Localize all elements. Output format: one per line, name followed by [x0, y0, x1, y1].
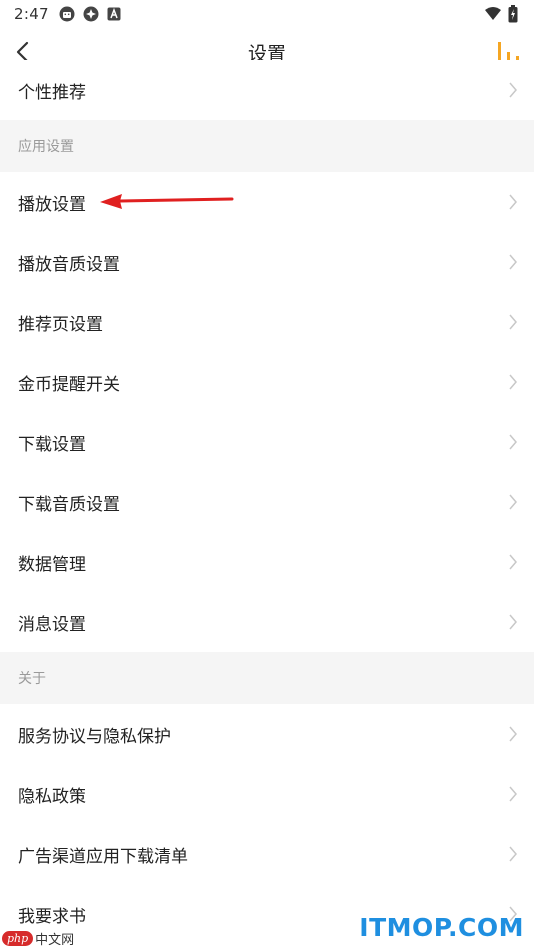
chevron-right-icon [509, 726, 517, 742]
row-personal-recommend[interactable]: 个性推荐 [0, 60, 534, 120]
row-label: 播放音质设置 [18, 254, 120, 275]
chevron-right-icon [509, 554, 517, 570]
section-label: 关于 [18, 671, 46, 687]
battery-charging-icon [508, 5, 518, 23]
row-playback-settings[interactable]: 播放设置 [0, 172, 534, 232]
row-service-agreement[interactable]: 服务协议与隐私保护 [0, 704, 534, 764]
row-label: 下载音质设置 [18, 494, 120, 515]
row-label: 下载设置 [18, 434, 86, 455]
a-square-icon [107, 7, 121, 21]
chevron-right-icon [509, 786, 517, 802]
annotation-arrow-icon [100, 194, 234, 209]
row-label: 数据管理 [18, 554, 86, 575]
row-message-settings[interactable]: 消息设置 [0, 592, 534, 652]
chevron-right-icon [509, 494, 517, 510]
chevron-right-icon [509, 614, 517, 630]
wifi-icon [485, 7, 501, 20]
chevron-right-icon [509, 82, 517, 98]
row-recommend-page-settings[interactable]: 推荐页设置 [0, 292, 534, 352]
row-label: 推荐页设置 [18, 314, 103, 335]
row-label: 消息设置 [18, 614, 86, 635]
chevron-right-icon [509, 374, 517, 390]
chevron-right-icon [509, 846, 517, 862]
section-label: 应用设置 [18, 139, 74, 155]
android-robot-icon [59, 6, 75, 22]
settings-page: 2:47 设置 个性推荐 应用设置 播放设置 播放音质设置 推荐页设置 金币提醒… [0, 0, 534, 950]
watermark-php-text: 中文网 [35, 933, 75, 948]
status-icons-right [484, 5, 518, 23]
row-coin-reminder-toggle[interactable]: 金币提醒开关 [0, 352, 534, 412]
row-data-management[interactable]: 数据管理 [0, 532, 534, 592]
row-download-quality-settings[interactable]: 下载音质设置 [0, 472, 534, 532]
row-label: 服务协议与隐私保护 [18, 726, 171, 747]
row-label: 我要求书 [18, 906, 86, 927]
settings-list: 个性推荐 应用设置 播放设置 播放音质设置 推荐页设置 金币提醒开关 下载设置 … [0, 60, 534, 944]
status-icons-left [59, 6, 121, 22]
row-label: 个性推荐 [18, 82, 86, 103]
row-label: 隐私政策 [18, 786, 86, 807]
row-ad-channel-download-list[interactable]: 广告渠道应用下载清单 [0, 824, 534, 884]
row-playback-quality-settings[interactable]: 播放音质设置 [0, 232, 534, 292]
section-header-app-settings: 应用设置 [0, 120, 534, 172]
chevron-right-icon [509, 194, 517, 210]
row-label: 播放设置 [18, 194, 86, 215]
status-bar: 2:47 [0, 0, 534, 28]
watermark-php-badge: php [2, 931, 34, 946]
chevron-right-icon [509, 434, 517, 450]
chevron-right-icon [509, 314, 517, 330]
row-label: 金币提醒开关 [18, 374, 120, 395]
status-time: 2:47 [14, 5, 49, 23]
settings-sync-icon [83, 6, 99, 22]
row-label: 广告渠道应用下载清单 [18, 846, 188, 867]
row-download-settings[interactable]: 下载设置 [0, 412, 534, 472]
watermark-itmop: ITMOP.COM [359, 913, 524, 942]
watermark-php-cn: php 中文网 [2, 929, 74, 948]
section-header-about: 关于 [0, 652, 534, 704]
row-privacy-policy[interactable]: 隐私政策 [0, 764, 534, 824]
chevron-right-icon [509, 254, 517, 270]
